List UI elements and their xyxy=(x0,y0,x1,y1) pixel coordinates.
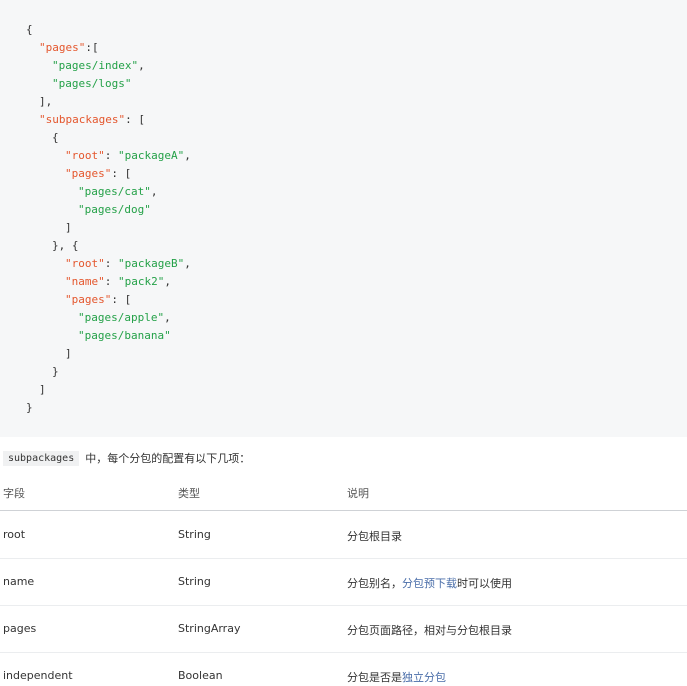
code-line: "pages": [ xyxy=(65,165,131,183)
code-line: "pages/cat", xyxy=(78,183,157,201)
cell-description: 分包别名，分包预下载时可以使用 xyxy=(347,575,512,591)
json-punctuation: : [ xyxy=(111,293,132,306)
json-string: "pages/cat" xyxy=(78,185,151,198)
description-segment: 分包别名， xyxy=(347,577,402,590)
header-divider xyxy=(0,510,687,511)
json-punctuation: , xyxy=(184,149,191,162)
code-line: "root": "packageB", xyxy=(65,255,191,273)
subpackages-description: subpackages 中，每个分包的配置有以下几项： xyxy=(3,450,250,466)
json-string: "pages/index" xyxy=(52,59,139,72)
row-divider xyxy=(0,605,687,606)
code-block: {"pages":["pages/index", "pages/logs"], "s… xyxy=(0,0,687,437)
json-string: "pack2" xyxy=(118,275,165,288)
json-key: "root" xyxy=(65,149,105,162)
header-field: 字段 xyxy=(3,487,25,500)
code-line: "pages/apple", xyxy=(78,309,171,327)
json-key: "pages" xyxy=(39,41,86,54)
json-punctuation: ] xyxy=(39,383,46,396)
json-string: "pages/apple" xyxy=(78,311,165,324)
json-string: "packageA" xyxy=(118,149,185,162)
json-string: "pages/logs" xyxy=(52,77,132,90)
json-key: "subpackages" xyxy=(39,113,126,126)
code-line: "pages": [ xyxy=(65,291,131,309)
cell-type: String xyxy=(178,528,211,541)
json-key: "pages" xyxy=(65,167,112,180)
cell-description: 分包根目录 xyxy=(347,528,402,544)
cell-field: root xyxy=(3,528,26,541)
code-line: ] xyxy=(65,219,72,237)
code-line: } xyxy=(26,399,33,417)
json-punctuation: , xyxy=(150,185,158,198)
code-line: "pages":[ xyxy=(39,39,99,57)
json-punctuation: } xyxy=(52,365,59,378)
code-line: "pages/logs" xyxy=(52,75,131,93)
row-divider xyxy=(0,652,687,653)
code-line: { xyxy=(26,21,33,39)
json-key: "root" xyxy=(65,257,105,270)
code-line: { xyxy=(52,129,59,147)
code-line: ] xyxy=(65,345,72,363)
code-line: ] xyxy=(39,381,46,399)
description-segment: 时可以使用 xyxy=(457,577,512,590)
json-punctuation: , xyxy=(138,59,145,72)
json-punctuation: , xyxy=(164,311,171,324)
json-punctuation: : xyxy=(104,275,118,288)
cell-type: StringArray xyxy=(178,622,241,635)
code-line: "pages/dog" xyxy=(78,201,151,219)
json-punctuation: , xyxy=(164,275,171,288)
json-punctuation: } xyxy=(26,401,33,414)
json-punctuation: , xyxy=(184,257,191,270)
cell-field: pages xyxy=(3,622,37,635)
header-type: 类型 xyxy=(178,487,200,500)
header-description: 说明 xyxy=(347,487,369,500)
code-line: "root": "packageA", xyxy=(65,147,191,165)
doc-link[interactable]: 独立分包 xyxy=(402,671,446,684)
json-punctuation: ], xyxy=(39,95,53,108)
json-punctuation: }, { xyxy=(52,239,79,252)
doc-link[interactable]: 分包预下载 xyxy=(402,577,457,590)
cell-type: String xyxy=(178,575,211,588)
json-string: "packageB" xyxy=(118,257,185,270)
json-string: "pages/banana" xyxy=(78,329,171,342)
code-line: "pages/banana" xyxy=(78,327,171,345)
json-key: "name" xyxy=(65,275,105,288)
json-punctuation: : [ xyxy=(125,113,145,126)
inline-code-subpackages: subpackages xyxy=(3,450,80,466)
code-line: ], xyxy=(39,93,52,111)
json-punctuation: : xyxy=(104,149,118,162)
json-punctuation: : xyxy=(104,257,118,270)
code-line: } xyxy=(52,363,59,381)
json-punctuation: ] xyxy=(65,221,72,234)
json-punctuation: { xyxy=(52,131,59,144)
code-line: }, { xyxy=(52,237,79,255)
cell-type: Boolean xyxy=(178,669,223,682)
cell-field: name xyxy=(3,575,35,588)
code-line: "pages/index", xyxy=(52,57,145,75)
code-line: "subpackages": [ xyxy=(39,111,145,129)
cell-description: 分包页面路径，相对与分包根目录 xyxy=(347,622,512,638)
json-punctuation: : [ xyxy=(111,167,132,180)
json-string: "pages/dog" xyxy=(78,203,151,216)
cell-description: 分包是否是独立分包 xyxy=(347,669,446,685)
description-segment: 分包是否是 xyxy=(347,671,402,684)
json-punctuation: { xyxy=(26,23,33,36)
description-segment: 分包根目录 xyxy=(347,530,402,543)
json-key: "pages" xyxy=(65,293,112,306)
json-punctuation: ] xyxy=(65,347,72,360)
row-divider xyxy=(0,558,687,559)
code-line: "name": "pack2", xyxy=(65,273,171,291)
json-punctuation: :[ xyxy=(85,41,99,54)
description-text: 中，每个分包的配置有以下几项： xyxy=(85,452,251,465)
cell-field: independent xyxy=(3,669,73,682)
description-segment: 分包页面路径，相对与分包根目录 xyxy=(347,624,512,637)
